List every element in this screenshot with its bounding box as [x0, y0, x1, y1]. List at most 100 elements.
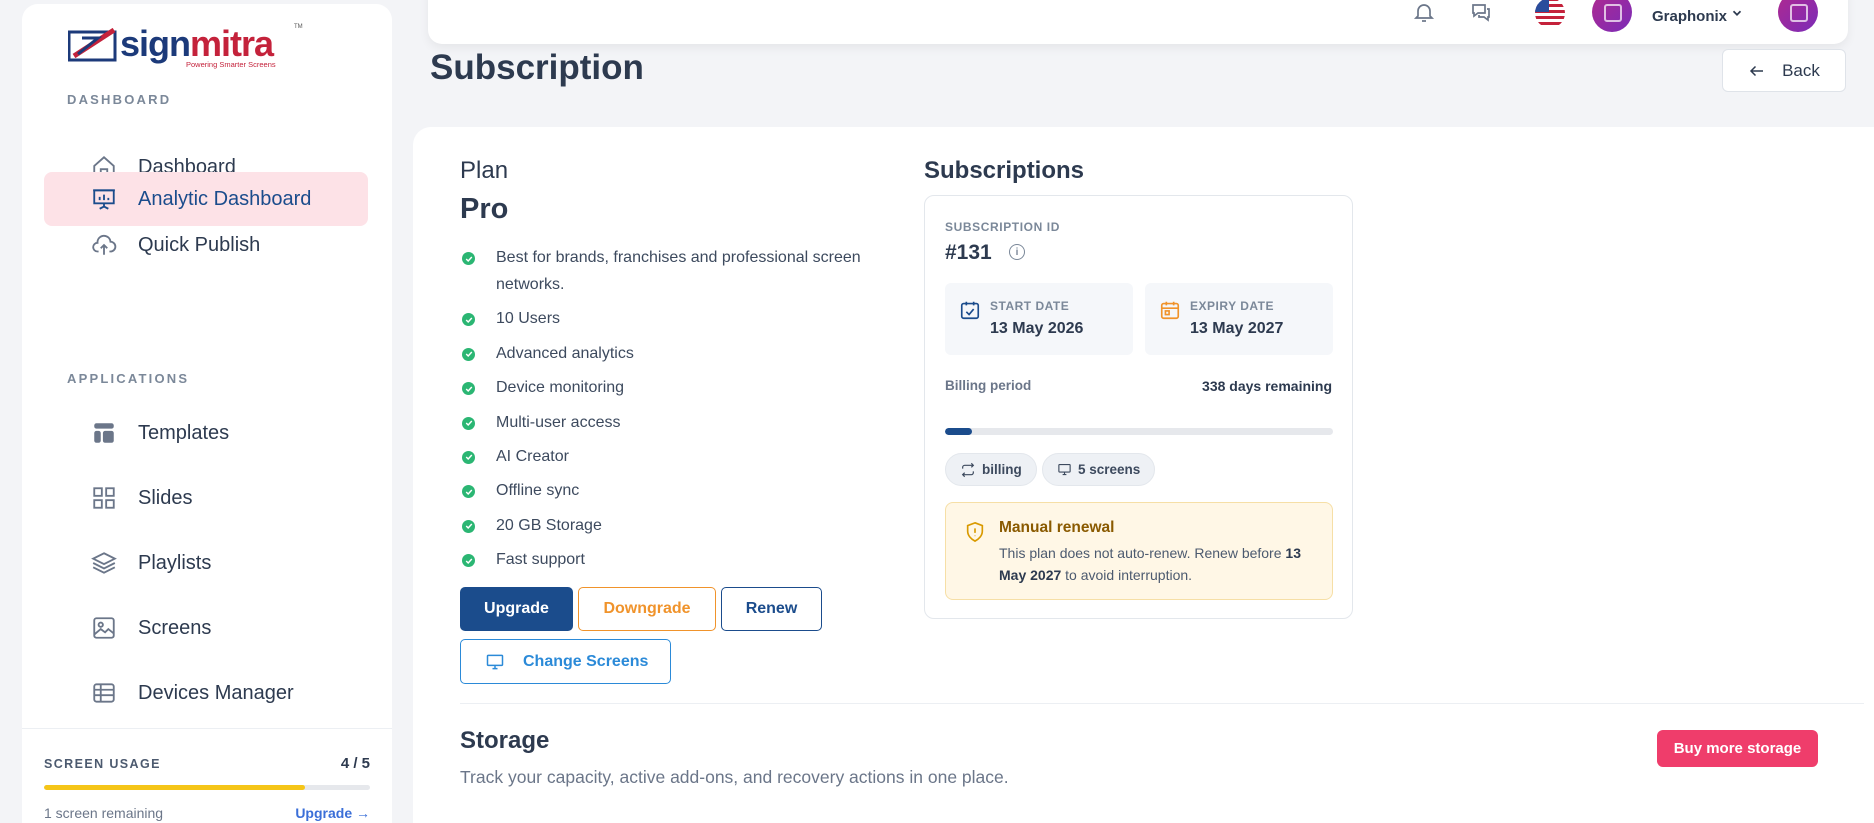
sidebar-item-templates[interactable]: Templates: [44, 406, 368, 460]
list-item: 10 Users: [460, 305, 870, 332]
feature-text: Best for brands, franchises and professi…: [496, 249, 861, 293]
check-circle-icon: [462, 554, 475, 568]
logo-tagline: Powering Smarter Screens: [186, 60, 276, 69]
monitor-icon: [1057, 462, 1072, 477]
plan-name: Pro: [460, 193, 509, 225]
sidebar-item-quick-publish[interactable]: Quick Publish: [44, 218, 368, 272]
user-name[interactable]: Graphonix: [1652, 8, 1727, 25]
section-title-dashboard: DASHBOARD: [67, 92, 172, 107]
logo-mark-icon: [68, 28, 117, 62]
billing-remaining: 338 days remaining: [1202, 378, 1332, 394]
change-screens-button[interactable]: Change Screens: [460, 639, 671, 684]
sidebar: signmitra Powering Smarter Screens TM DA…: [22, 4, 392, 823]
start-date-box: START DATE 13 May 2026: [945, 283, 1133, 355]
check-circle-icon: [462, 519, 475, 533]
sidebar-item-label: Analytic Dashboard: [138, 187, 312, 210]
plan-heading: Plan: [460, 157, 509, 184]
sidebar-item-devices-manager[interactable]: Devices Manager: [44, 666, 368, 720]
notice-text-before: This plan does not auto-renew. Renew bef…: [999, 545, 1282, 561]
downgrade-button[interactable]: Downgrade: [578, 587, 716, 631]
manual-renewal-notice: Manual renewal This plan does not auto-r…: [945, 502, 1333, 600]
list-item: Best for brands, franchises and professi…: [460, 244, 870, 298]
screen-usage-count: 4 / 5: [340, 755, 370, 772]
bell-icon[interactable]: [1410, 0, 1438, 26]
info-icon[interactable]: i: [1009, 244, 1025, 260]
expiry-date-label: EXPIRY DATE: [1190, 299, 1274, 313]
check-circle-icon: [462, 382, 475, 396]
logo-part-sign: sign: [120, 23, 191, 64]
feature-text: Advanced analytics: [496, 344, 634, 362]
logo[interactable]: signmitra Powering Smarter Screens TM: [68, 24, 303, 69]
repeat-icon: [960, 462, 976, 478]
billing-progress-bar: [945, 428, 1333, 435]
billing-period-label: Billing period: [945, 378, 1032, 393]
cloud-upload-icon: [90, 231, 118, 259]
storage-title: Storage: [460, 727, 550, 754]
page-title: Subscription: [430, 48, 644, 87]
sidebar-item-slides[interactable]: Slides: [44, 471, 368, 525]
storage-subtitle: Track your capacity, active add-ons, and…: [460, 767, 1009, 787]
chat-icon[interactable]: [1467, 0, 1495, 26]
list-item: Advanced analytics: [460, 340, 870, 367]
chevron-down-icon[interactable]: [1730, 6, 1744, 25]
screens-chip-label: 5 screens: [1078, 462, 1141, 477]
subscription-id-value: #131: [945, 241, 992, 264]
subscriptions-heading: Subscriptions: [924, 157, 1085, 184]
logo-trademark: TM: [294, 24, 303, 30]
list-item: Multi-user access: [460, 409, 870, 436]
sidebar-item-label: Playlists: [138, 551, 212, 574]
billing-progress-fill: [945, 428, 973, 435]
sidebar-item-label: Templates: [138, 421, 230, 444]
plan-features-list: Best for brands, franchises and professi…: [460, 244, 870, 581]
sidebar-item-screens[interactable]: Screens: [44, 601, 368, 655]
upgrade-button[interactable]: Upgrade: [460, 587, 573, 631]
sidebar-item-label: Slides: [138, 486, 193, 509]
feature-text: Offline sync: [496, 482, 580, 500]
screen-usage-remaining: 1 screen remaining: [44, 805, 164, 821]
logo-text: signmitra: [120, 23, 274, 64]
billing-chip-label: billing: [982, 462, 1022, 477]
grid-icon: [90, 484, 118, 512]
back-button[interactable]: Back: [1722, 49, 1846, 92]
change-screens-label: Change Screens: [523, 652, 649, 670]
feature-text: 20 GB Storage: [496, 516, 602, 534]
shield-alert-icon: [964, 521, 986, 548]
screen-usage-panel: SCREEN USAGE 4 / 5 1 screen remaining Up…: [22, 728, 392, 823]
notice-text: This plan does not auto-renew. Renew bef…: [999, 543, 1319, 586]
sidebar-item-label: Devices Manager: [138, 681, 294, 704]
list-item: Fast support: [460, 546, 870, 573]
presentation-chart-icon: [90, 185, 118, 213]
logo-part-mitra: mitra: [190, 23, 274, 64]
expiry-date-value: 13 May 2027: [1190, 320, 1284, 337]
check-circle-icon: [462, 252, 475, 265]
avatar-secondary[interactable]: [1778, 0, 1818, 32]
top-header: Graphonix: [428, 0, 1848, 44]
check-circle-icon: [462, 347, 475, 361]
renew-button[interactable]: Renew: [721, 587, 822, 631]
list-item: Offline sync: [460, 477, 870, 504]
screen-usage-upgrade-link[interactable]: Upgrade →: [295, 805, 370, 821]
billing-chip: billing: [945, 453, 1037, 486]
table-icon: [90, 679, 118, 707]
feature-text: Fast support: [496, 551, 585, 569]
feature-text: Multi-user access: [496, 413, 621, 431]
screen-usage-bar: [44, 785, 370, 790]
buy-more-storage-button[interactable]: Buy more storage: [1657, 730, 1818, 767]
list-item: 20 GB Storage: [460, 512, 870, 539]
sidebar-item-playlists[interactable]: Playlists: [44, 536, 368, 590]
divider: [460, 703, 1864, 704]
monitor-icon: [485, 652, 505, 672]
calendar-check-icon: [960, 301, 980, 320]
screens-chip: 5 screens: [1042, 453, 1156, 486]
subscription-card: Plan Pro Best for brands, franchises and…: [413, 127, 1874, 823]
check-circle-icon: [462, 485, 475, 499]
avatar[interactable]: [1592, 0, 1632, 32]
feature-text: AI Creator: [496, 447, 569, 465]
sidebar-item-label: Screens: [138, 616, 212, 639]
check-circle-icon: [462, 416, 475, 430]
check-circle-icon: [462, 313, 475, 327]
section-title-applications: APPLICATIONS: [67, 371, 190, 386]
us-flag-icon[interactable]: [1535, 0, 1565, 28]
feature-text: 10 Users: [496, 310, 561, 328]
list-item: Device monitoring: [460, 374, 870, 401]
